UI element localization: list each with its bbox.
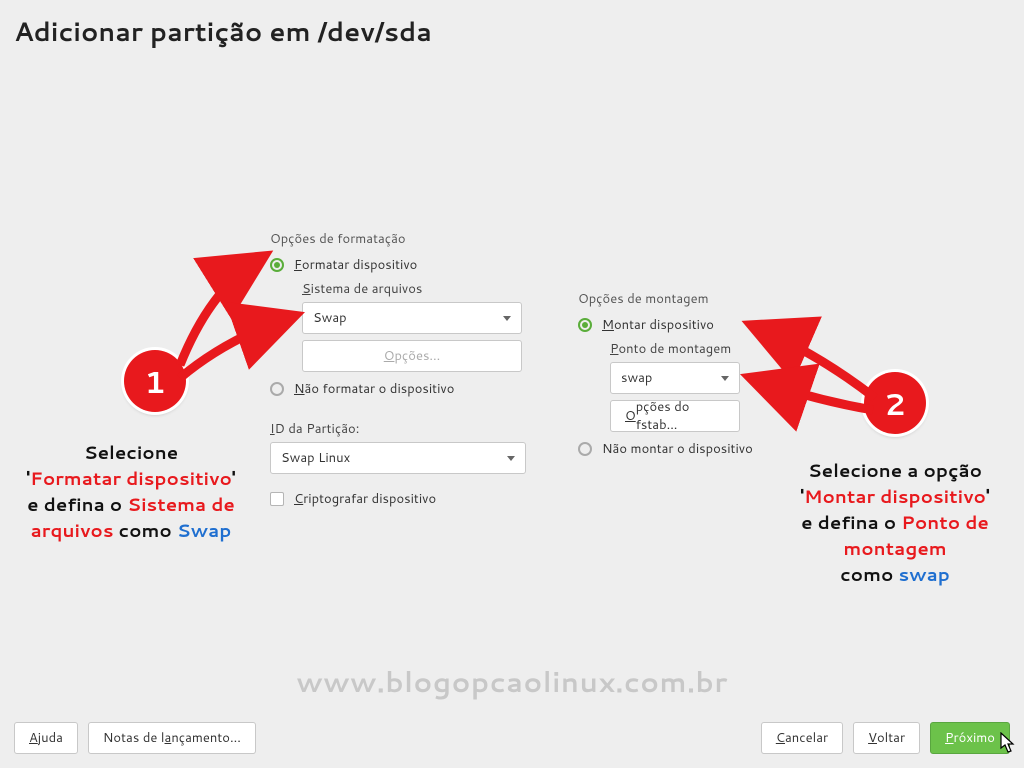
mountpoint-value: swap	[621, 369, 652, 387]
filesystem-combo[interactable]: Swap	[302, 302, 522, 334]
radio-off-icon	[270, 382, 284, 396]
annotation-text-1: Selecione 'Formatar dispositivo' e defin…	[23, 440, 239, 544]
annotation-badge-1: 1	[124, 350, 186, 412]
annotation-text-2: Selecione a opção 'Montar dispositivo' e…	[775, 458, 1015, 587]
filesystem-group: Sistema de arquivos Swap Opções...	[302, 280, 530, 372]
next-button[interactable]: Próximo	[930, 722, 1010, 754]
radio-off-icon	[578, 442, 592, 456]
no-format-radio-row[interactable]: Não formatar o dispositivo	[270, 380, 530, 398]
radio-on-icon	[270, 258, 284, 272]
help-button[interactable]: Ajuda	[14, 722, 78, 754]
mount-device-radio-row[interactable]: Montar dispositivo	[578, 316, 778, 334]
cancel-button[interactable]: Cancelar	[761, 722, 843, 754]
mount-device-label: Montar dispositivo	[602, 316, 714, 334]
format-device-label: Formatar dispositivo	[294, 256, 417, 274]
mount-section-label: Opções de montagem	[578, 290, 778, 308]
filesystem-label: Sistema de arquivos	[302, 280, 530, 298]
chevron-down-icon	[507, 456, 515, 461]
filesystem-value: Swap	[313, 309, 347, 327]
chevron-down-icon	[503, 316, 511, 321]
partition-id-value: Swap Linux	[281, 449, 350, 467]
annotation-badge-2: 2	[864, 372, 926, 434]
format-section-label: Opções de formatação	[270, 230, 530, 248]
checkbox-off-icon	[270, 492, 284, 506]
format-device-radio-row[interactable]: Formatar dispositivo	[270, 256, 530, 274]
options-button[interactable]: Opções...	[302, 340, 522, 372]
footer: Ajuda Notas de lançamento... Cancelar Vo…	[0, 722, 1024, 754]
mountpoint-group: Ponto de montagem swap Opções do fstab..…	[610, 340, 778, 432]
page-title: Adicionar partição em /dev/sda	[0, 0, 1024, 50]
mountpoint-combo[interactable]: swap	[610, 362, 740, 394]
fstab-options-button[interactable]: Opções do fstab...	[610, 400, 740, 432]
partition-id-combo[interactable]: Swap Linux	[270, 442, 526, 474]
no-mount-label: Não montar o dispositivo	[602, 440, 753, 458]
cursor-icon	[1000, 732, 1016, 754]
encrypt-label: Criptografar dispositivo	[294, 490, 436, 508]
mountpoint-label: Ponto de montagem	[610, 340, 778, 358]
encrypt-checkbox-row[interactable]: Criptografar dispositivo	[270, 490, 530, 508]
chevron-down-icon	[721, 376, 729, 381]
watermark: www.blogopcaolinux.com.br	[0, 662, 1024, 702]
release-notes-button[interactable]: Notas de lançamento...	[88, 722, 256, 754]
no-format-label: Não formatar o dispositivo	[294, 380, 454, 398]
radio-on-icon	[578, 318, 592, 332]
no-mount-radio-row[interactable]: Não montar o dispositivo	[578, 440, 778, 458]
mount-options: Opções de montagem Montar dispositivo Po…	[578, 290, 778, 464]
format-options: Opções de formatação Formatar dispositiv…	[270, 230, 530, 514]
partition-id-label: ID da Partição:	[270, 420, 530, 438]
back-button[interactable]: Voltar	[853, 722, 920, 754]
